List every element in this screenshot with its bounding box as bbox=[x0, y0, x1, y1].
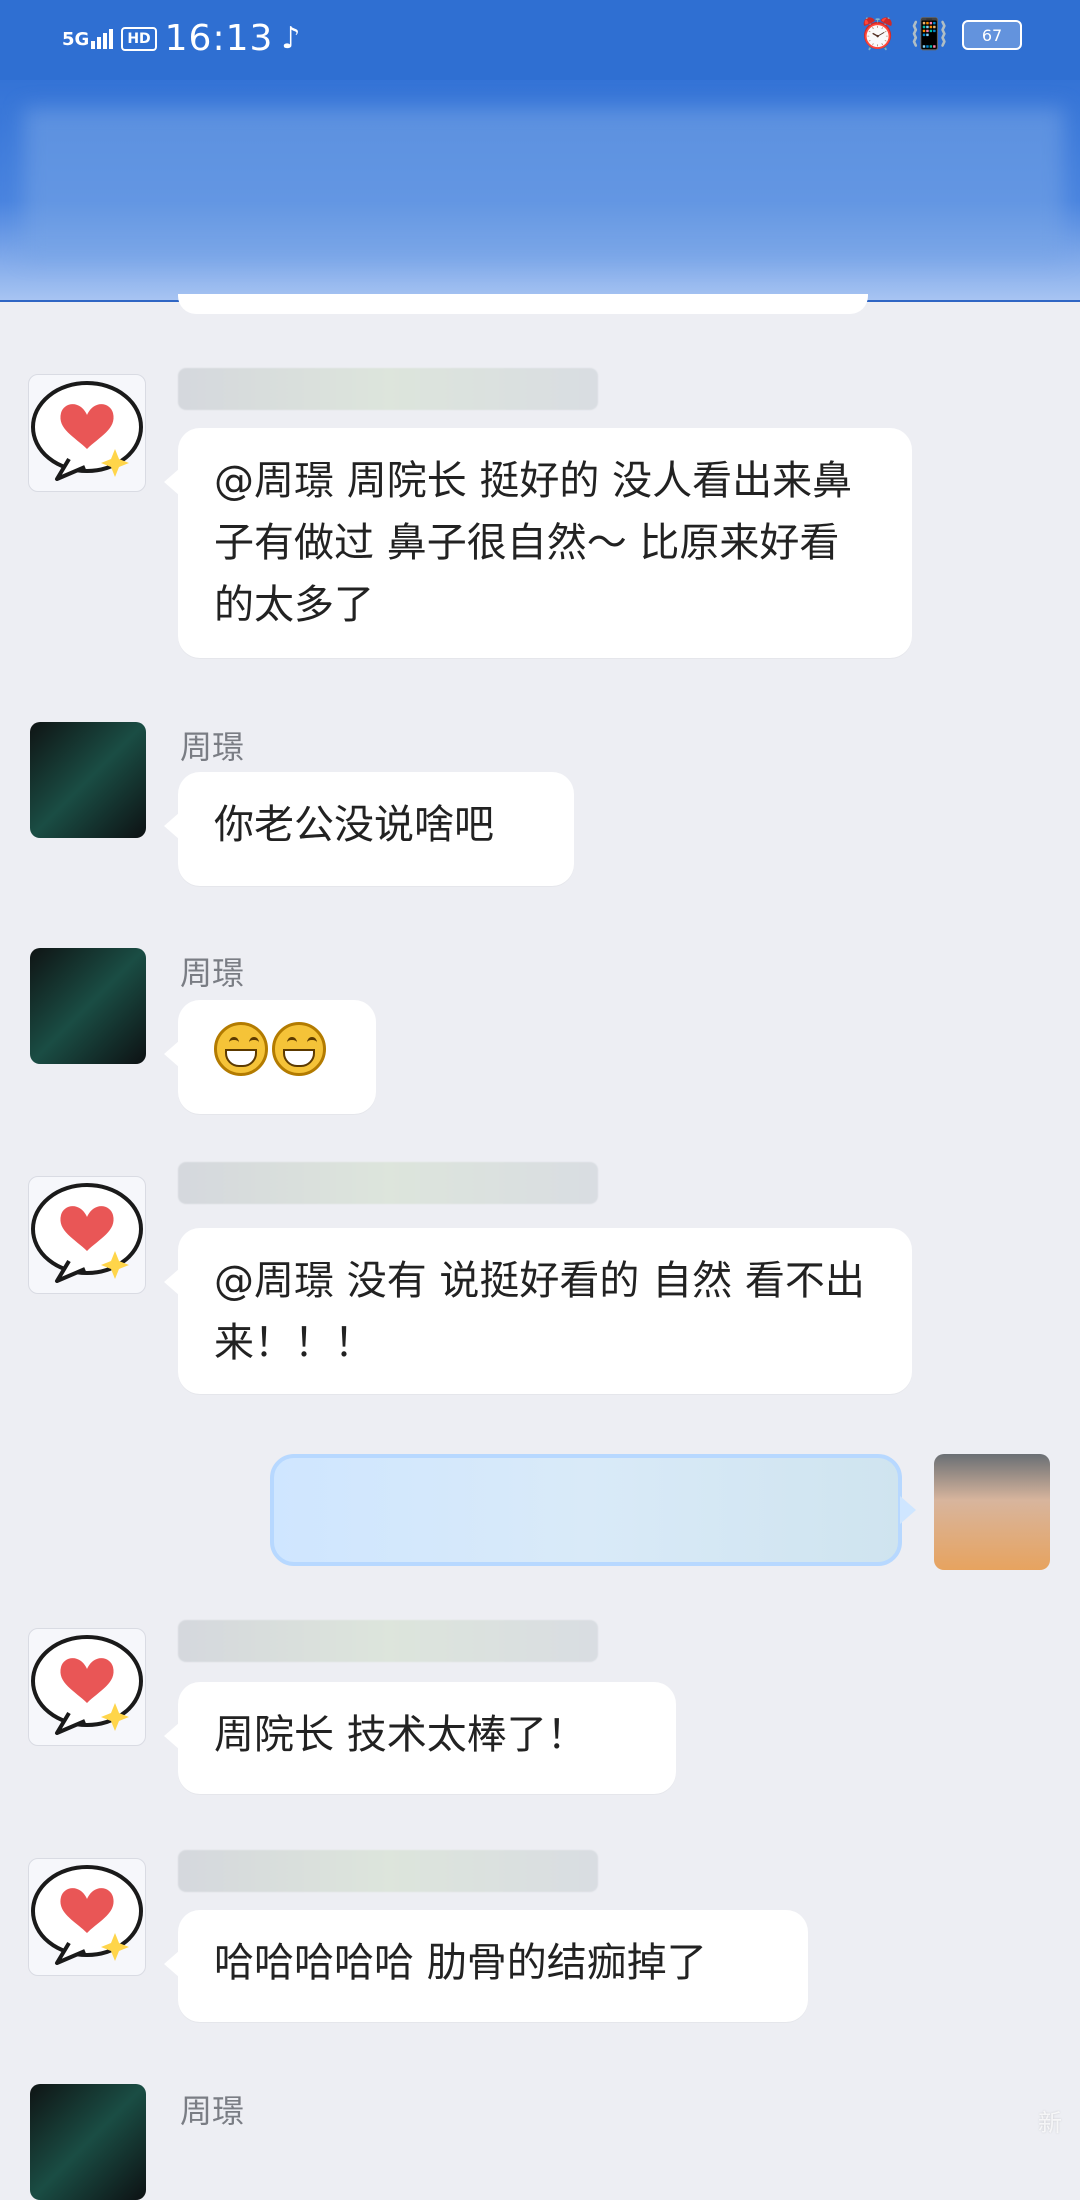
message-bubble[interactable]: 周院长 技术太棒了！ bbox=[164, 1682, 676, 1794]
avatar-heart[interactable] bbox=[28, 374, 146, 492]
avatar-photo[interactable] bbox=[30, 948, 146, 1064]
battery-icon: 67 bbox=[962, 20, 1022, 50]
emoji-mouth bbox=[283, 1049, 315, 1067]
outgoing-message-bubble[interactable] bbox=[270, 1454, 916, 1566]
blurred-sender-name bbox=[178, 1162, 598, 1204]
message-bubble[interactable]: 你老公没说啥吧 bbox=[164, 772, 574, 886]
header-blurred-title bbox=[24, 108, 1064, 258]
emoji-eyes bbox=[229, 1037, 259, 1047]
watermark: 新 bbox=[1038, 2109, 1062, 2137]
alarm-icon: ⏰ bbox=[859, 17, 897, 52]
heart-icon bbox=[31, 381, 143, 481]
message-bubble[interactable]: 哈哈哈哈哈 肋骨的结痂掉了 bbox=[164, 1910, 808, 2022]
message-bubble[interactable]: @周璟 周院长 挺好的 没人看出来鼻子有做过 鼻子很自然～ 比原来好看的太多了 bbox=[164, 428, 912, 658]
sender-name: 周璟 bbox=[180, 2092, 245, 2130]
battery-level: 67 bbox=[981, 25, 1003, 45]
message-text: 周院长 技术太棒了！ bbox=[214, 1712, 587, 1758]
emoji-eyes bbox=[287, 1037, 317, 1047]
blurred-sender-name bbox=[178, 1620, 598, 1662]
status-bar: 5G HD 16:13 ♪ ⏰ 📳 67 bbox=[0, 0, 1080, 80]
avatar-photo[interactable] bbox=[30, 2084, 146, 2200]
message-text: 哈哈哈哈哈 肋骨的结痂掉了 bbox=[214, 1940, 707, 1986]
sender-name: 周璟 bbox=[180, 954, 245, 992]
signal-bar bbox=[103, 32, 108, 49]
message-text: @周璟 周院长 挺好的 没人看出来鼻子有做过 鼻子很自然～ 比原来好看的太多了 bbox=[214, 458, 853, 628]
heart-icon bbox=[31, 1635, 143, 1735]
signal-bar bbox=[109, 28, 114, 49]
hd-badge: HD bbox=[121, 26, 157, 51]
tiktok-icon: ♪ bbox=[281, 20, 301, 56]
avatar-self[interactable] bbox=[934, 1454, 1050, 1570]
heart-icon bbox=[31, 1865, 143, 1965]
chat-header[interactable] bbox=[0, 80, 1080, 302]
heart-icon bbox=[31, 1183, 143, 1283]
grinning-emoji-icon bbox=[272, 1022, 326, 1076]
avatar-heart[interactable] bbox=[28, 1628, 146, 1746]
signal-bar bbox=[91, 40, 96, 49]
message-bubble[interactable]: @周璟 没有 说挺好看的 自然 看不出来！！！ bbox=[164, 1228, 912, 1394]
avatar-photo[interactable] bbox=[30, 722, 146, 838]
emoji-mouth bbox=[225, 1049, 257, 1067]
vibrate-icon: 📳 bbox=[910, 17, 948, 52]
signal-bar bbox=[97, 36, 102, 49]
avatar-heart[interactable] bbox=[28, 1176, 146, 1294]
sender-name: 周璟 bbox=[180, 728, 245, 766]
grinning-emoji-icon bbox=[214, 1022, 268, 1076]
message-text: 你老公没说啥吧 bbox=[214, 802, 494, 848]
message-bubble[interactable] bbox=[164, 1000, 376, 1114]
signal-icon: 5G bbox=[62, 28, 114, 50]
status-right: ⏰ 📳 67 bbox=[859, 20, 1022, 50]
status-left: 5G HD 16:13 ♪ bbox=[62, 18, 301, 59]
avatar-heart[interactable] bbox=[28, 1858, 146, 1976]
message-text: @周璟 没有 说挺好看的 自然 看不出来！！！ bbox=[214, 1258, 865, 1366]
emoji-row bbox=[214, 1022, 340, 1076]
blurred-sender-name bbox=[178, 368, 598, 410]
previous-bubble-edge bbox=[178, 294, 868, 314]
network-type: 5G bbox=[62, 28, 90, 50]
clock: 16:13 bbox=[164, 18, 274, 59]
blurred-sender-name bbox=[178, 1850, 598, 1892]
